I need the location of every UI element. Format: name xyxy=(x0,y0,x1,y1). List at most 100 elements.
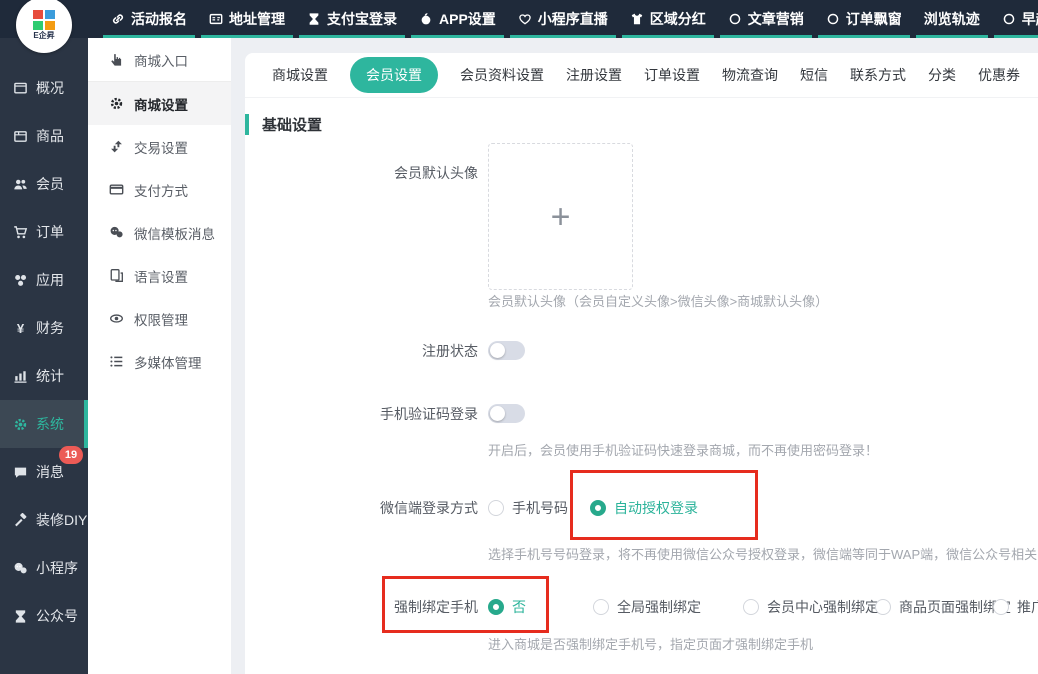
tab-category[interactable]: 分类 xyxy=(928,65,956,85)
heart-icon xyxy=(518,12,532,26)
logo-blocks-icon xyxy=(33,10,55,30)
submenu-item-permission-manage[interactable]: 权限管理 xyxy=(88,297,231,340)
cart-icon xyxy=(13,225,28,240)
radio-force-bind-product-page[interactable]: 商品页面强制绑定 xyxy=(875,597,1011,617)
sidebar-item-miniprogram[interactable]: 小程序 xyxy=(0,544,88,592)
monitor-icon xyxy=(13,81,28,96)
submenu-item-label: 微信模板消息 xyxy=(134,223,215,243)
radio-unchecked-icon xyxy=(875,599,891,615)
submenu-item-label: 多媒体管理 xyxy=(134,352,202,372)
sidebar-item-overview[interactable]: 概况 xyxy=(0,64,88,112)
radio-phone-number[interactable]: 手机号码 xyxy=(488,498,568,518)
sidebar-item-official-account[interactable]: 公众号 xyxy=(0,592,88,640)
link-icon xyxy=(111,12,125,26)
submenu-item-trade-settings[interactable]: 交易设置 xyxy=(88,125,231,168)
sidebar-item-label: 统计 xyxy=(36,366,64,386)
radio-label: 自动授权登录 xyxy=(614,498,698,518)
avatar-hint: 会员默认头像（会员自定义头像>微信头像>商城默认头像） xyxy=(488,294,828,310)
avatar-upload-box[interactable]: + xyxy=(488,143,633,290)
topbar-item-order-popup[interactable]: 订单飘窗 xyxy=(815,0,913,38)
submenu-item-wechat-template-msg[interactable]: 微信模板消息 xyxy=(88,211,231,254)
sidebar-item-apps[interactable]: 应用 xyxy=(0,256,88,304)
register-status-toggle[interactable] xyxy=(488,341,525,360)
tab-mall-settings[interactable]: 商城设置 xyxy=(272,65,328,85)
gears-icon xyxy=(13,417,28,432)
topbar-nav: 活动报名 地址管理 支付宝登录 APP设置 小程序直播 区域分红 文章营销 订单… xyxy=(100,0,1038,38)
submenu-item-media-manage[interactable]: 多媒体管理 xyxy=(88,340,231,383)
topbar: 活动报名 地址管理 支付宝登录 APP设置 小程序直播 区域分红 文章营销 订单… xyxy=(0,0,1038,38)
radio-checked-icon xyxy=(590,500,606,516)
submenu-item-language-settings[interactable]: 语言设置 xyxy=(88,254,231,297)
tab-sms[interactable]: 短信 xyxy=(800,65,828,85)
card-icon xyxy=(109,182,124,197)
section-title: 基础设置 xyxy=(262,114,322,135)
radio-force-bind-promo[interactable]: 推广 xyxy=(993,597,1038,617)
chart-icon xyxy=(13,369,28,384)
message-count-badge: 19 xyxy=(59,446,83,464)
tab-member-profile-settings[interactable]: 会员资料设置 xyxy=(460,65,544,85)
topbar-item-activity-signup[interactable]: 活动报名 xyxy=(100,0,198,38)
topbar-item-address-manage[interactable]: 地址管理 xyxy=(198,0,296,38)
topbar-item-browse-track[interactable]: 浏览轨迹 xyxy=(913,0,991,38)
topbar-item-label: 小程序直播 xyxy=(538,9,608,29)
sidebar-item-orders[interactable]: 订单 xyxy=(0,208,88,256)
submenu-item-mall-entry[interactable]: 商城入口 xyxy=(88,38,231,82)
sidebar-item-label: 消息 xyxy=(36,462,64,482)
sidebar-item-members[interactable]: 会员 xyxy=(0,160,88,208)
topbar-item-label: 活动报名 xyxy=(131,9,187,29)
submenu-item-label: 商城设置 xyxy=(134,94,188,114)
hourglass-icon xyxy=(307,12,321,26)
language-icon xyxy=(109,268,124,283)
sidebar-item-statistics[interactable]: 统计 xyxy=(0,352,88,400)
radio-unchecked-icon xyxy=(743,599,759,615)
field-label-wechat-login-mode: 微信端登录方式 xyxy=(268,498,478,518)
radio-label: 手机号码 xyxy=(512,498,568,518)
tab-coupon[interactable]: 优惠券 xyxy=(978,65,1020,85)
sidebar-item-messages[interactable]: 消息19 xyxy=(0,448,88,496)
radio-label: 推广 xyxy=(1017,597,1038,617)
field-label-sms-login: 手机验证码登录 xyxy=(268,404,478,424)
sidebar-item-goods[interactable]: 商品 xyxy=(0,112,88,160)
topbar-item-early-checkin[interactable]: 早起打卡 xyxy=(991,0,1038,38)
submenu-item-label: 支付方式 xyxy=(134,180,188,200)
gear-icon xyxy=(109,96,124,111)
circle-icon xyxy=(826,12,840,26)
tab-contact[interactable]: 联系方式 xyxy=(850,65,906,85)
tab-logistics-query[interactable]: 物流查询 xyxy=(722,65,778,85)
sidebar-item-label: 订单 xyxy=(36,222,64,242)
section-accent-bar xyxy=(245,114,249,135)
topbar-item-article-marketing[interactable]: 文章营销 xyxy=(717,0,815,38)
topbar-item-region-dividend[interactable]: 区域分红 xyxy=(619,0,717,38)
sidebar-item-system[interactable]: 系统 xyxy=(0,400,88,448)
radio-auto-auth-login[interactable]: 自动授权登录 xyxy=(590,498,698,518)
radio-unchecked-icon xyxy=(488,500,504,516)
hammer-icon xyxy=(13,513,28,528)
topbar-item-app-settings[interactable]: APP设置 xyxy=(408,0,507,38)
sidebar-item-finance[interactable]: 财务 xyxy=(0,304,88,352)
topbar-item-miniprogram-live[interactable]: 小程序直播 xyxy=(507,0,619,38)
yen-icon xyxy=(13,321,28,336)
circle-icon xyxy=(1002,12,1016,26)
sidebar-item-label: 概况 xyxy=(36,78,64,98)
section-header: 基础设置 xyxy=(245,114,322,135)
radio-force-bind-no[interactable]: 否 xyxy=(488,597,526,617)
submenu-item-payment-methods[interactable]: 支付方式 xyxy=(88,168,231,211)
tab-register-settings[interactable]: 注册设置 xyxy=(566,65,622,85)
topbar-item-alipay-login[interactable]: 支付宝登录 xyxy=(296,0,408,38)
topbar-item-label: 区域分红 xyxy=(650,9,706,29)
radio-force-bind-member-center[interactable]: 会员中心强制绑定 xyxy=(743,597,879,617)
wechat-login-hint: 选择手机号号码登录，将不再使用微信公众号授权登录，微信端等同于WAP端，微信公众… xyxy=(488,547,1038,563)
sms-login-toggle[interactable] xyxy=(488,404,525,423)
sidebar-item-label: 会员 xyxy=(36,174,64,194)
apps-icon xyxy=(13,273,28,288)
sidebar-item-label: 应用 xyxy=(36,270,64,290)
sms-login-hint: 开启后，会员使用手机验证码快速登录商城，而不再使用密码登录！ xyxy=(488,443,878,459)
tab-order-settings[interactable]: 订单设置 xyxy=(644,65,700,85)
sidebar-item-label: 财务 xyxy=(36,318,64,338)
radio-force-bind-global[interactable]: 全局强制绑定 xyxy=(593,597,701,617)
hand-pointer-icon xyxy=(109,52,124,67)
submenu-item-mall-settings[interactable]: 商城设置 xyxy=(88,82,231,125)
topbar-item-label: 早起打卡 xyxy=(1022,9,1038,29)
sidebar-item-decorate-diy[interactable]: 装修DIY xyxy=(0,496,88,544)
tab-member-settings[interactable]: 会员设置 xyxy=(350,57,438,93)
